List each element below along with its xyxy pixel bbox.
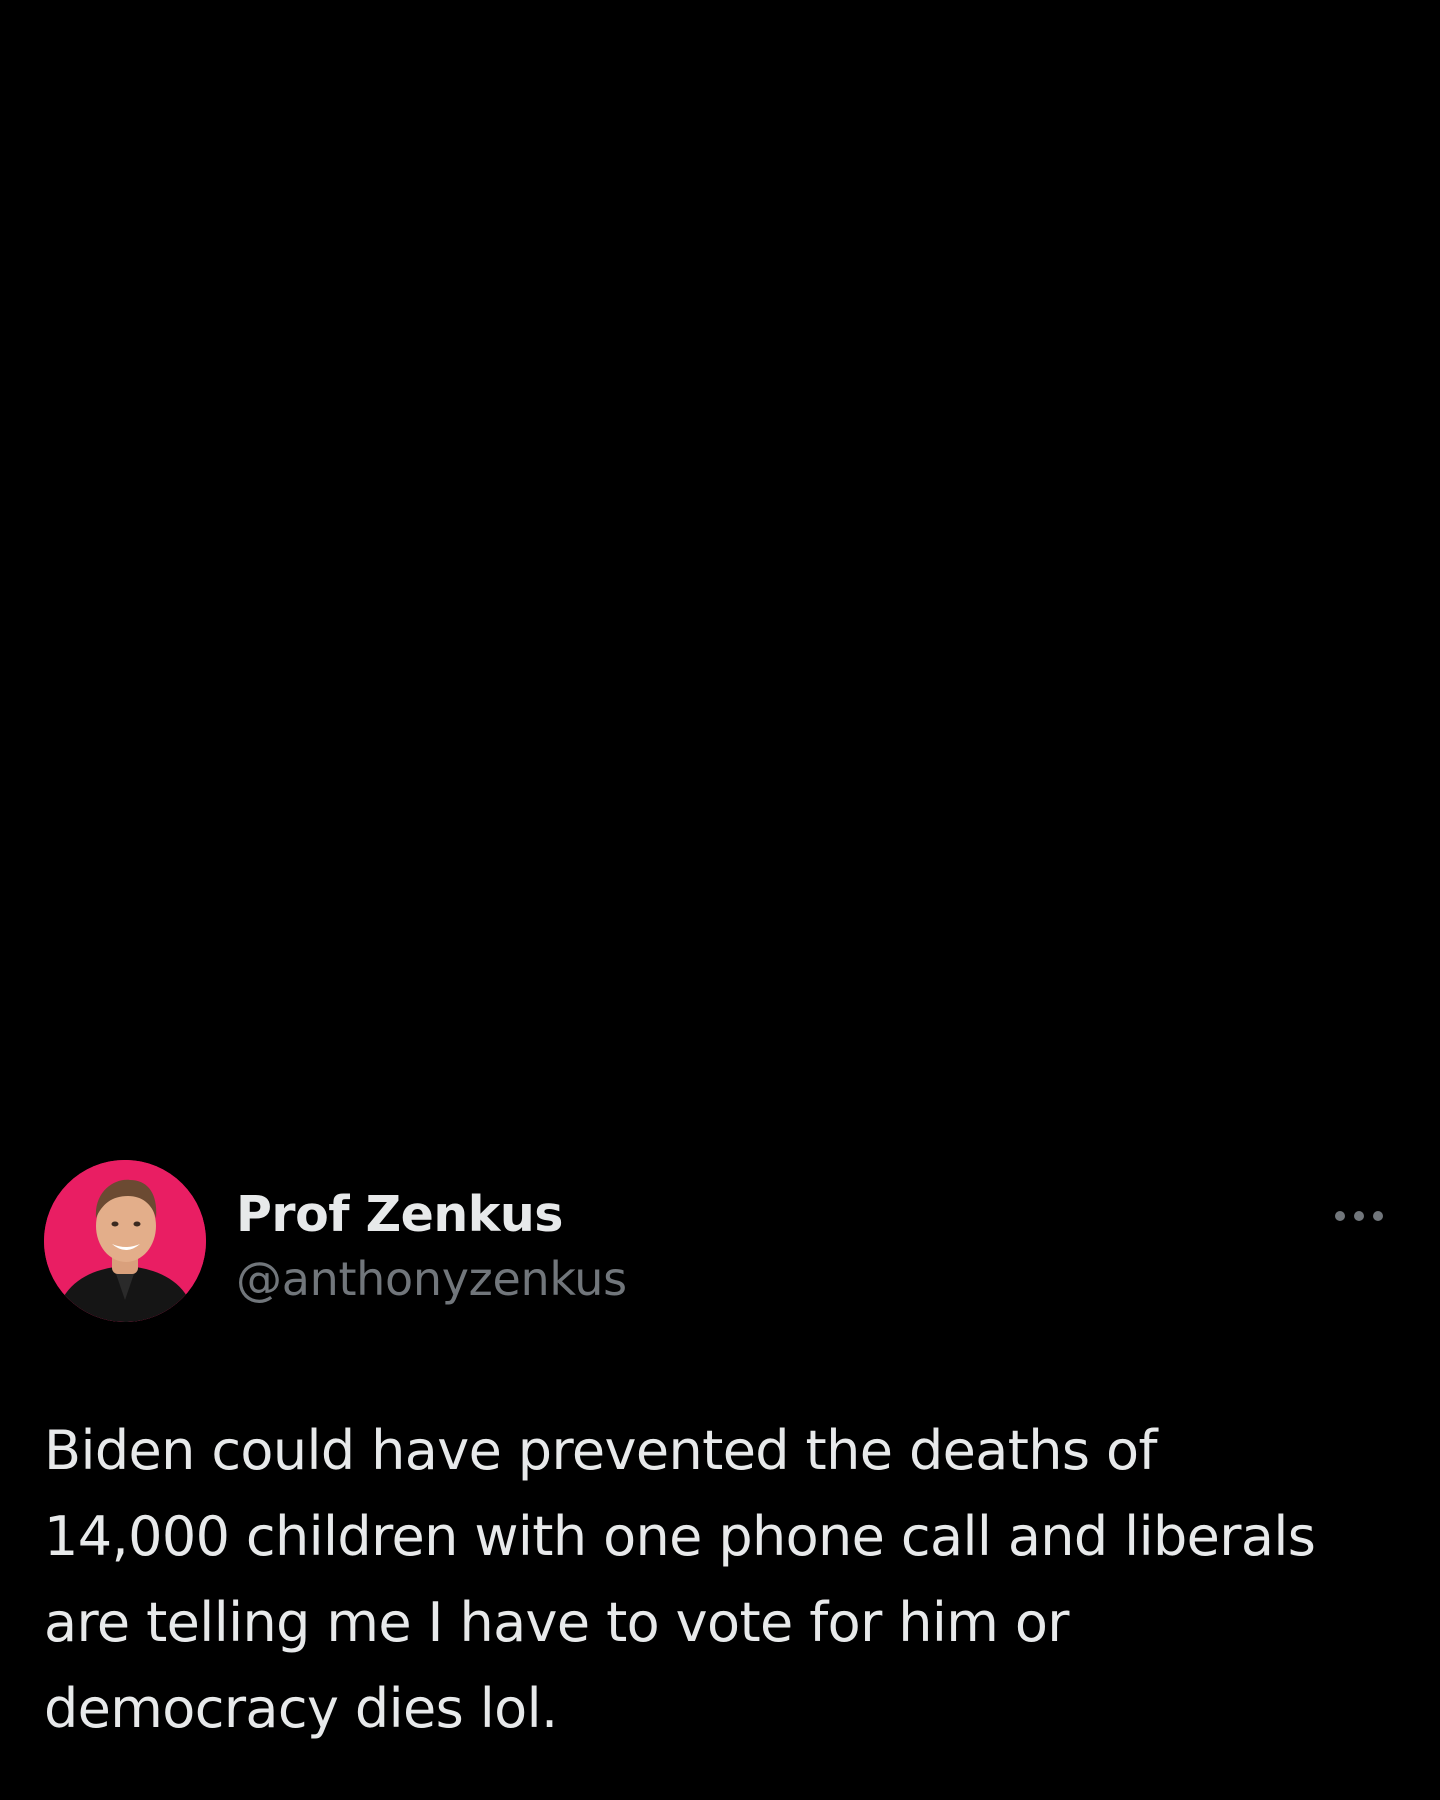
more-horizontal-icon [1335, 1211, 1383, 1221]
author-handle[interactable]: @anthonyzenkus [236, 1252, 627, 1306]
tweet-text: Biden could have prevented the deaths of… [44, 1419, 1316, 1740]
tweet: Prof Zenkus @anthonyzenkus Biden could h… [0, 1158, 1440, 1800]
more-options-button[interactable] [1332, 1200, 1392, 1232]
avatar[interactable] [44, 1160, 206, 1322]
person-photo-icon [44, 1160, 206, 1322]
author-display-name[interactable]: Prof Zenkus [236, 1186, 563, 1243]
